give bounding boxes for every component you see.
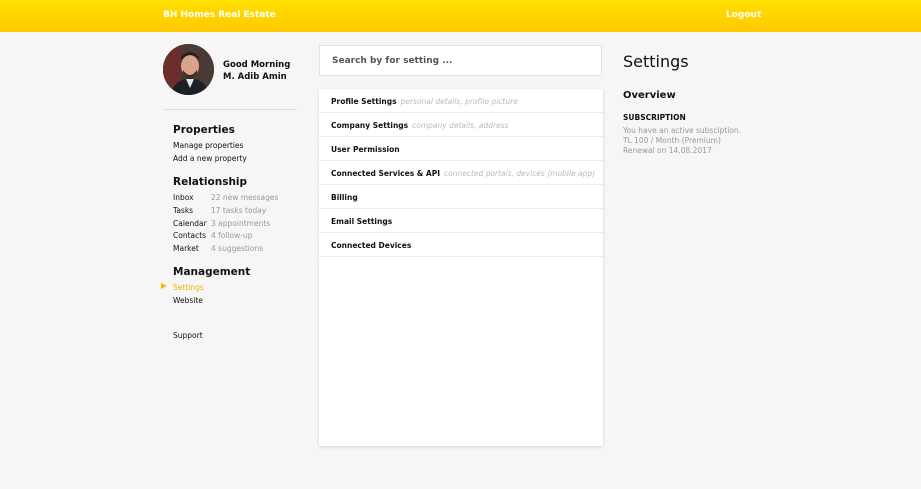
settings-row-connected-services[interactable]: Connected Services & API connected portal… [319,161,603,185]
settings-row-email[interactable]: Email Settings [319,209,603,233]
sidebar-item-support[interactable]: Support [173,331,203,340]
tasks-note: 17 tasks today [211,206,267,215]
overview-heading: Overview [623,90,676,101]
subscription-plan: TL 100 / Month (Premium) [623,136,721,145]
search-box [319,45,602,76]
subscription-status: You have an active subsciption. [623,126,742,135]
calendar-note: 3 appointments [211,219,271,228]
logout-link[interactable]: Logout [726,10,761,20]
top-bar: BH Homes Real Estate Logout [0,0,921,32]
contacts-note: 4 follow-up [211,231,253,240]
brand-name[interactable]: BH Homes Real Estate [163,10,276,20]
row-label: Email Settings [331,217,393,226]
row-label: User Permission [331,145,400,154]
avatar[interactable] [163,44,214,95]
properties-heading: Properties [173,124,235,136]
search-input[interactable] [320,46,601,75]
sidebar-item-tasks[interactable]: Tasks [173,206,193,215]
subscription-renewal: Renewal on 14.08.2017 [623,146,712,155]
settings-row-billing[interactable]: Billing [319,185,603,209]
subscription-heading: SUBSCRIPTION [623,113,686,122]
greeting: Good Morning [223,60,291,70]
user-photo-icon [163,44,214,95]
user-name: M. Adib Amin [223,72,287,82]
sidebar-item-inbox[interactable]: Inbox [173,193,194,202]
settings-list: Profile Settings personal details, profil… [319,89,603,446]
row-label: Connected Services & API [331,169,441,178]
row-label: Connected Devices [331,241,412,250]
sidebar-item-contacts[interactable]: Contacts [173,231,206,240]
settings-row-connected-devices[interactable]: Connected Devices [319,233,603,257]
sidebar-divider [163,109,297,110]
settings-row-user-permission[interactable]: User Permission [319,137,603,161]
relationship-heading: Relationship [173,176,248,188]
sidebar-item-website[interactable]: Website [173,296,203,305]
market-note: 4 suggestions [211,244,264,253]
inbox-note: 22 new messages [211,193,279,202]
sidebar-item-calendar[interactable]: Calendar [173,219,207,228]
settings-row-company[interactable]: Company Settings company details, address [319,113,603,137]
sidebar-item-settings[interactable]: Settings [173,283,204,292]
row-hint: company details, address [412,121,509,130]
sidebar-item-add-property[interactable]: Add a new property [173,154,247,163]
sidebar-item-market[interactable]: Market [173,244,199,253]
row-hint: connected portals, devices (mobile app) [444,169,596,178]
page-title: Settings [623,52,689,71]
row-label: Company Settings [331,121,409,130]
sidebar-item-manage-properties[interactable]: Manage properties [173,141,243,150]
active-indicator-icon [161,283,167,289]
management-heading: Management [173,266,251,278]
settings-row-profile[interactable]: Profile Settings personal details, profil… [319,89,603,113]
row-label: Profile Settings [331,97,397,106]
row-hint: personal details, profile picture [400,97,518,106]
row-label: Billing [331,193,358,202]
